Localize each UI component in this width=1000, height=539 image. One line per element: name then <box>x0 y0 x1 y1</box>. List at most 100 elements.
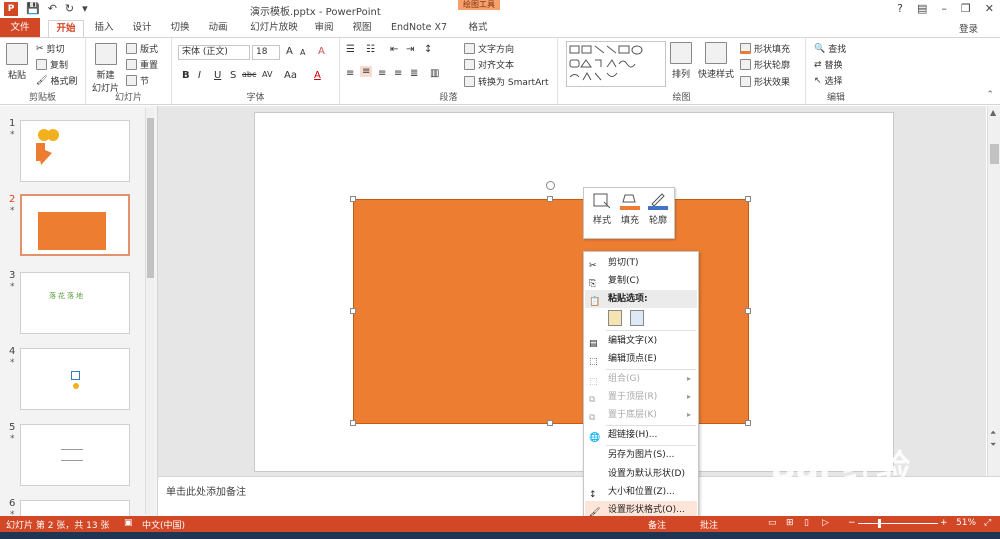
tab-design[interactable]: 设计 <box>128 20 156 37</box>
resize-handle-n[interactable] <box>547 196 553 202</box>
shapes-gallery[interactable] <box>566 41 666 87</box>
columns-icon[interactable]: ▥ <box>430 68 439 79</box>
prev-slide-icon[interactable]: ⏶ <box>990 428 996 438</box>
new-slide-button[interactable]: 新建 幻灯片 <box>92 43 119 94</box>
resize-handle-s[interactable] <box>547 420 553 426</box>
next-slide-icon[interactable]: ⏷ <box>990 440 996 450</box>
indent-increase-icon[interactable]: ⇥ <box>406 44 414 55</box>
menu-set-default-shape[interactable]: 设置为默认形状(D) <box>585 465 697 483</box>
resize-handle-se[interactable] <box>745 420 751 426</box>
redo-icon[interactable]: ↻ <box>65 2 74 15</box>
mini-outline-button[interactable]: 轮廓 <box>644 192 672 236</box>
bold-button[interactable]: B <box>182 70 190 81</box>
align-text-button[interactable]: 对齐文本 <box>464 58 514 71</box>
resize-handle-e[interactable] <box>745 308 751 314</box>
arrange-button[interactable]: 排列 <box>670 42 692 80</box>
font-color-button[interactable]: A <box>314 70 321 81</box>
resize-handle-sw[interactable] <box>350 420 356 426</box>
slide-thumbnail-4[interactable] <box>20 348 130 410</box>
tab-slideshow[interactable]: 幻灯片放映 <box>246 20 302 37</box>
underline-button[interactable]: U <box>214 70 221 81</box>
zoom-slider[interactable] <box>858 523 938 524</box>
spellcheck-icon[interactable]: ▣ <box>124 518 133 528</box>
tab-insert[interactable]: 插入 <box>90 20 118 37</box>
clear-format-button[interactable]: A <box>318 46 325 57</box>
bullets-icon[interactable]: ☰ <box>346 44 355 55</box>
scroll-up-icon[interactable]: ▲ <box>990 108 996 117</box>
italic-button[interactable]: I <box>198 70 201 81</box>
editor-scrollbar[interactable]: ▲ ⏶ ⏷ <box>987 106 1000 476</box>
strikethrough-button[interactable]: abc <box>242 70 256 79</box>
slide-thumbnail-2[interactable] <box>20 194 130 256</box>
thumbnail-scrollbar[interactable] <box>145 108 154 514</box>
paste-picture-icon[interactable] <box>630 310 644 326</box>
customize-qat-icon[interactable]: ▾ <box>82 2 88 15</box>
editor-scroll-thumb[interactable] <box>990 144 999 164</box>
layout-button[interactable]: 版式 <box>126 42 158 55</box>
slide-thumbnail-1[interactable] <box>20 120 130 182</box>
sign-in-link[interactable]: 登录 <box>959 21 978 35</box>
zoom-slider-thumb[interactable] <box>878 519 881 528</box>
slide-thumbnail-3[interactable]: 落花落地 <box>20 272 130 334</box>
section-button[interactable]: 节 <box>126 74 149 87</box>
slide-thumbnail-5[interactable] <box>20 424 130 486</box>
menu-hyperlink[interactable]: 🌐 超链接(H)... <box>585 426 697 444</box>
menu-size-position[interactable]: ↕ 大小和位置(Z)... <box>585 483 697 501</box>
shrink-font-button[interactable]: A <box>300 48 305 57</box>
notes-toggle[interactable]: 备注 <box>648 518 666 531</box>
shadow-button[interactable]: S <box>230 70 236 81</box>
thumbnail-scroll-thumb[interactable] <box>147 118 154 278</box>
close-button[interactable]: ✕ <box>985 2 994 15</box>
copy-button[interactable]: 复制 <box>36 58 68 71</box>
tab-animations[interactable]: 动画 <box>204 20 232 37</box>
language-indicator[interactable]: 中文(中国) <box>142 518 185 531</box>
save-icon[interactable]: 💾 <box>26 2 40 15</box>
mini-fill-button[interactable]: 填充 <box>616 192 644 236</box>
menu-edit-text[interactable]: ▤ 编辑文字(X) <box>585 332 697 350</box>
shape-outline-button[interactable]: 形状轮廓 <box>740 58 790 71</box>
paste-button[interactable]: 粘贴 <box>6 43 28 81</box>
restore-button[interactable]: ❐ <box>961 2 971 15</box>
convert-smartart-button[interactable]: 转换为 SmartArt <box>464 75 548 88</box>
cut-button[interactable]: ✂ 剪切 <box>36 42 65 56</box>
tab-endnote[interactable]: EndNote X7 <box>388 20 450 37</box>
zoom-level[interactable]: 51% <box>956 518 976 528</box>
line-spacing-icon[interactable]: ↕ <box>424 44 432 55</box>
tab-format[interactable]: 格式 <box>460 20 496 37</box>
numbering-icon[interactable]: ☷ <box>366 44 375 55</box>
ribbon-display-button[interactable]: ▤ <box>917 2 927 15</box>
zoom-in-icon[interactable]: + <box>940 518 948 528</box>
minimize-button[interactable]: – <box>941 2 947 15</box>
tab-home[interactable]: 开始 <box>48 20 84 37</box>
tab-view[interactable]: 视图 <box>348 20 376 37</box>
reading-view-icon[interactable]: ▯ <box>804 518 809 528</box>
undo-icon[interactable]: ↶ <box>48 2 57 15</box>
quick-styles-button[interactable]: 快速样式 <box>698 42 734 80</box>
font-size-combo[interactable]: 18 <box>252 45 280 60</box>
fit-slide-icon[interactable]: ⤢ <box>984 518 991 528</box>
rotate-handle[interactable] <box>546 181 555 190</box>
help-button[interactable]: ? <box>897 2 903 15</box>
indent-decrease-icon[interactable]: ⇤ <box>390 44 398 55</box>
reset-button[interactable]: 重置 <box>126 58 158 71</box>
font-name-combo[interactable]: 宋体 (正文) <box>178 45 250 60</box>
menu-edit-points[interactable]: ⬚ 编辑顶点(E) <box>585 350 697 368</box>
format-painter-button[interactable]: 🖌 格式刷 <box>36 74 77 88</box>
align-center-icon[interactable]: ≡ <box>360 66 373 77</box>
menu-copy[interactable]: ⎘ 复制(C) <box>585 272 697 290</box>
shape-effects-button[interactable]: 形状效果 <box>740 75 790 88</box>
resize-handle-w[interactable] <box>350 308 356 314</box>
menu-save-as-picture[interactable]: 另存为图片(S)... <box>585 446 697 464</box>
justify-icon[interactable]: ≡ <box>394 68 402 79</box>
align-right-icon[interactable]: ≡ <box>378 68 386 79</box>
change-case-button[interactable]: Aa <box>284 70 297 81</box>
comments-toggle[interactable]: 批注 <box>700 518 718 531</box>
tab-file[interactable]: 文件 <box>0 18 40 37</box>
mini-style-button[interactable]: 样式 <box>588 192 616 236</box>
tab-review[interactable]: 审阅 <box>310 20 338 37</box>
menu-cut[interactable]: ✂ 剪切(T) <box>585 254 697 272</box>
slideshow-icon[interactable]: ▷ <box>822 518 829 528</box>
collapse-ribbon-icon[interactable]: ⌃ <box>986 90 994 100</box>
normal-view-icon[interactable]: ▭ <box>768 518 777 528</box>
align-left-icon[interactable]: ≡ <box>346 68 354 79</box>
